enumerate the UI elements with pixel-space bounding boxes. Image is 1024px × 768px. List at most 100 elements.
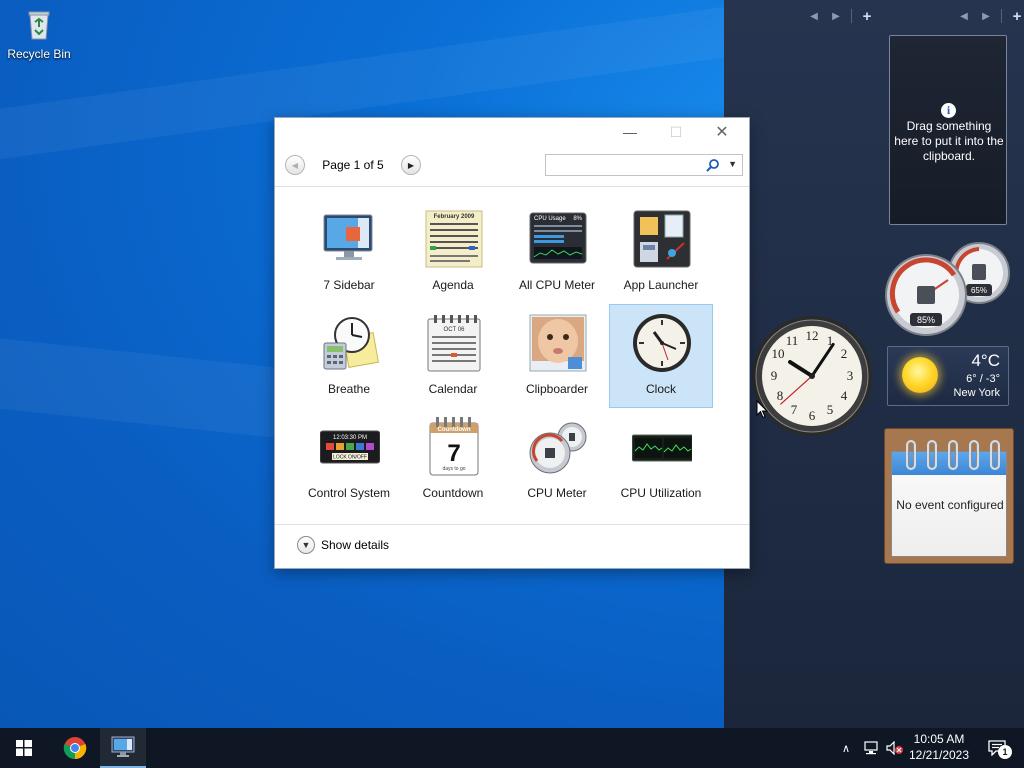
page-label: Page 1 of 5 <box>322 158 384 172</box>
volume-muted-icon[interactable] <box>884 728 906 768</box>
previous-page-button[interactable]: ◀ <box>285 155 305 175</box>
ring <box>969 440 979 470</box>
recycle-bin[interactable]: Recycle Bin <box>6 6 72 61</box>
svg-text:12: 12 <box>806 328 819 343</box>
taskbar-clock[interactable]: 10:05 AM 12/21/2023 <box>904 731 974 763</box>
agenda-header: February 2009 <box>434 214 475 220</box>
next-page-button[interactable]: ▶ <box>401 155 421 175</box>
minimize-button[interactable]: — <box>607 118 653 146</box>
gadget-tile-7-sidebar[interactable]: 7 Sidebar <box>297 200 401 304</box>
recycle-bin-icon <box>28 11 50 40</box>
notification-count-badge: 1 <box>998 745 1012 759</box>
ring <box>906 440 916 470</box>
ring <box>990 440 1000 470</box>
action-center-button[interactable]: 1 <box>980 728 1014 768</box>
divider <box>275 186 749 187</box>
svg-text:5: 5 <box>827 402 834 417</box>
sidebar-next-button[interactable]: ▶ <box>826 6 846 26</box>
gadget-label: Agenda <box>432 278 474 292</box>
sidebar-add-button[interactable]: + <box>857 6 877 26</box>
chevron-down-icon: ▼ <box>297 536 315 554</box>
svg-text:9: 9 <box>771 368 778 383</box>
start-icon <box>16 740 32 756</box>
svg-text:7: 7 <box>791 402 798 417</box>
gadget-tile-clipboarder[interactable]: Clipboarder <box>505 304 609 408</box>
chevron-up-icon[interactable]: ∧ <box>836 728 856 768</box>
gadget-tile-cpu-utilization[interactable]: CPU Utilization <box>609 408 713 512</box>
monitor-sidebar-icon <box>323 214 373 260</box>
gadget-tile-breathe[interactable]: Breathe <box>297 304 401 408</box>
control-lock: LOCK ON/OFF <box>333 455 367 461</box>
cpu-utilization-icon <box>632 434 692 462</box>
gadget-label: CPU Utilization <box>620 486 702 500</box>
chrome-taskbar-button[interactable] <box>52 728 98 768</box>
countdown-icon: Countdown 7 days to go <box>429 417 479 476</box>
weather-temperature: 4°C <box>971 351 1000 370</box>
chevron-down-icon[interactable]: ▼ <box>728 159 737 169</box>
gadget-tile-all-cpu-meter[interactable]: CPU Usage 8% All CPU Meter <box>505 200 609 304</box>
show-details-toggle[interactable]: ▼ Show details <box>297 534 389 556</box>
sun-icon <box>902 357 938 393</box>
clipboard-hint: Drag something here to put it into the c… <box>894 119 1004 163</box>
memory-percent: 65% <box>971 286 987 295</box>
network-icon[interactable] <box>860 728 882 768</box>
sidebar-controls-right: ◀ ▶ + <box>954 6 1024 26</box>
clipboard-gadget[interactable]: i Drag something here to put it into the… <box>889 35 1007 225</box>
breathe-icon <box>323 317 379 370</box>
recycle-bin-label: Recycle Bin <box>7 47 71 61</box>
gadget-gallery-window: — ☐ ✕ ◀ Page 1 of 5 ▶ ▼ 7 Sidebar Februa… <box>274 117 750 569</box>
countdown-sub: days to go <box>442 466 465 472</box>
separator <box>851 9 852 23</box>
info-icon: i <box>941 103 956 118</box>
sidebar-next-button[interactable]: ▶ <box>976 6 996 26</box>
agenda-calendar-icon: February 2009 <box>425 210 483 268</box>
desktop-gadgets-taskbar-button[interactable] <box>100 728 146 768</box>
ring <box>948 440 958 470</box>
cpu-meter-icon <box>529 422 587 474</box>
notepad-paper: No event configured <box>891 440 1007 557</box>
notepad-gadget[interactable]: No event configured <box>884 428 1014 564</box>
search-input[interactable]: ▼ <box>545 154 743 176</box>
close-button[interactable]: ✕ <box>699 118 745 146</box>
sidebar-prev-button[interactable]: ◀ <box>804 6 824 26</box>
cpu-usage-title: CPU Usage <box>534 216 566 222</box>
countdown-number: 7 <box>447 440 460 467</box>
gadget-label: App Launcher <box>623 278 699 292</box>
clock-icon <box>633 314 691 372</box>
svg-text:8: 8 <box>777 388 784 403</box>
cpu-usage-value: 8% <box>573 216 582 222</box>
clock-gadget[interactable]: 12 12 345 678 91011 <box>748 312 872 440</box>
cpu-percent: 85% <box>917 315 935 325</box>
sidebar-prev-button[interactable]: ◀ <box>954 6 974 26</box>
taskbar: ∧ 10:05 AM 12/21/2023 1 <box>0 728 1024 768</box>
gadget-label: 7 Sidebar <box>323 278 375 292</box>
gadget-tile-countdown[interactable]: Countdown 7 days to go Countdown <box>401 408 505 512</box>
gadget-tile-agenda[interactable]: February 2009 Agenda <box>401 200 505 304</box>
separator <box>1001 9 1002 23</box>
show-details-label: Show details <box>321 538 390 552</box>
maximize-button[interactable]: ☐ <box>653 118 699 146</box>
sidebar-add-button[interactable]: + <box>1007 6 1024 26</box>
taskbar-time: 10:05 AM <box>913 732 965 746</box>
cpu-usage-icon: CPU Usage 8% <box>529 212 587 264</box>
mouse-cursor-icon <box>756 400 768 419</box>
clipboarder-icon <box>529 314 587 372</box>
gadget-tile-clock[interactable]: Clock <box>609 304 713 408</box>
app-launcher-icon <box>633 210 691 268</box>
gadget-tile-cpu-meter[interactable]: CPU Meter <box>505 408 609 512</box>
start-button[interactable] <box>0 728 48 768</box>
gadget-tile-app-launcher[interactable]: App Launcher <box>609 200 713 304</box>
gadget-label: Clipboarder <box>525 382 589 396</box>
gadget-tile-control-system[interactable]: 12:03:30 PM LOCK ON/OFF Control System <box>297 408 401 512</box>
svg-text:3: 3 <box>847 368 854 383</box>
search-icon[interactable] <box>706 158 720 172</box>
gadget-tile-calendar[interactable]: OCT 06 Calendar <box>401 304 505 408</box>
cpu-meter-gadget[interactable]: 65% 85% <box>884 240 1014 338</box>
gadget-label: All CPU Meter <box>518 278 595 292</box>
control-time: 12:03:30 PM <box>333 435 367 441</box>
divider <box>275 524 749 525</box>
calendar-icon: OCT 06 <box>427 315 481 372</box>
weather-gadget[interactable]: 4°C 6° / -3° New York <box>887 346 1009 406</box>
weather-range: 6° / -3° <box>966 373 1000 385</box>
taskbar-date: 12/21/2023 <box>908 748 970 762</box>
